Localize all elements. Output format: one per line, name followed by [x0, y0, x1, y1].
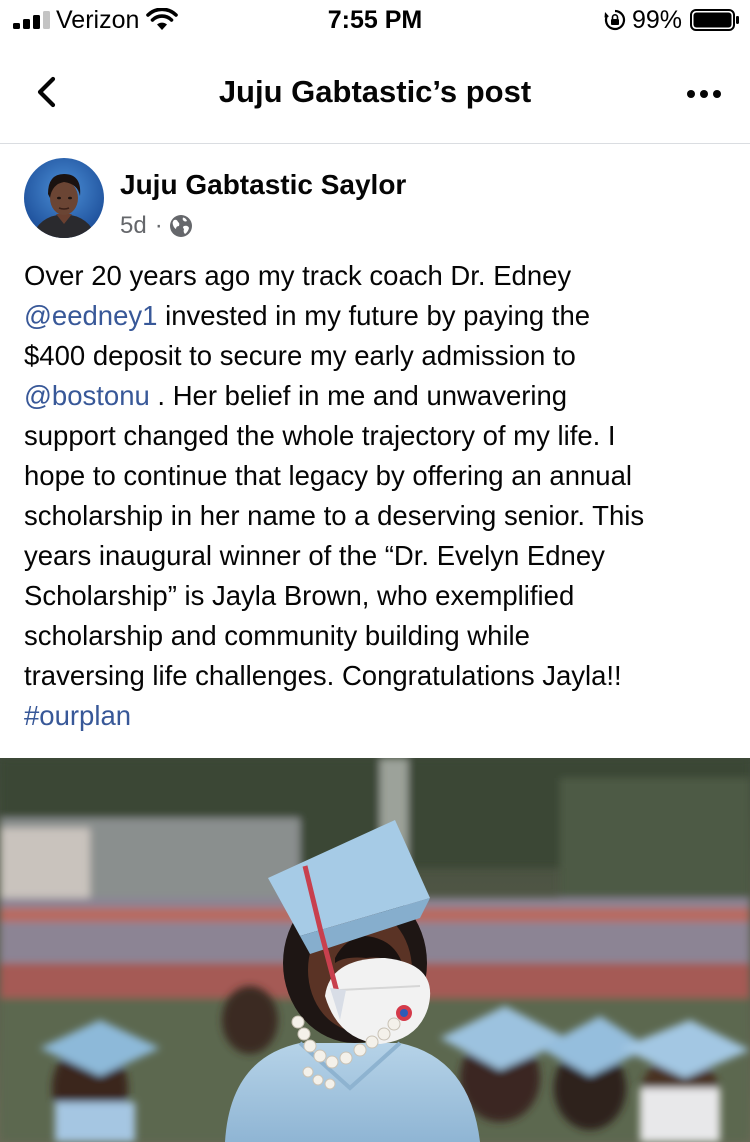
- avatar[interactable]: [24, 158, 104, 238]
- author-name[interactable]: Juju Gabtastic Saylor: [120, 169, 406, 201]
- post-text-segment: Scholarship” is Jayla Brown, who exempli…: [24, 580, 575, 611]
- author-photo: [24, 158, 104, 238]
- more-horizontal-icon: [687, 90, 721, 98]
- post-text-line: hope to continue that legacy by offering…: [24, 456, 730, 496]
- post-text-segment: traversing life challenges. Congratulati…: [24, 660, 622, 691]
- post-text-line: traversing life challenges. Congratulati…: [24, 656, 730, 696]
- post-text: Over 20 years ago my track coach Dr. Edn…: [24, 256, 730, 736]
- post-text-line: @eedney1 invested in my future by paying…: [24, 296, 730, 336]
- post-text-segment: years inaugural winner of the “Dr. Evely…: [24, 540, 605, 571]
- post-text-segment: invested in my future by paying the: [157, 300, 591, 331]
- meta-separator: ·: [154, 212, 163, 239]
- post-text-line: support changed the whole trajectory of …: [24, 416, 730, 456]
- mention-link[interactable]: @bostonu: [24, 380, 150, 411]
- post-text-segment: . Her belief in me and unwavering: [149, 380, 568, 411]
- chevron-left-icon: [37, 76, 56, 108]
- orientation-lock-icon: [604, 9, 626, 31]
- back-button[interactable]: [22, 68, 70, 116]
- post-text-segment: Over 20 years ago my track coach Dr. Edn…: [24, 260, 572, 291]
- mention-link[interactable]: @eedney1: [24, 300, 157, 331]
- more-options-button[interactable]: [676, 76, 732, 112]
- post-text-line: #ourplan: [24, 696, 730, 736]
- post-meta: 5d ·: [120, 212, 193, 240]
- post-text-line: scholarship and community building while: [24, 616, 730, 656]
- battery-icon: [690, 9, 739, 31]
- post-text-line: years inaugural winner of the “Dr. Evely…: [24, 536, 730, 576]
- post-text-segment: hope to continue that legacy by offering…: [24, 460, 633, 491]
- post-text-line: $400 deposit to secure my early admissio…: [24, 336, 730, 376]
- post-text-segment: scholarship and community building while: [24, 620, 530, 651]
- post-text-segment: support changed the whole trajectory of …: [24, 420, 616, 451]
- page-title: Juju Gabtastic’s post: [218, 74, 532, 109]
- post-text-line: @bostonu . Her belief in me and unwaveri…: [24, 376, 730, 416]
- post-timestamp[interactable]: 5d: [120, 212, 147, 240]
- post-text-line: scholarship in her name to a deserving s…: [24, 496, 730, 536]
- nav-header: Juju Gabtastic’s post: [0, 40, 750, 144]
- status-bar: Verizon 7:55 PM 99%: [0, 0, 750, 40]
- post-text-line: Scholarship” is Jayla Brown, who exempli…: [24, 576, 730, 616]
- post-photo[interactable]: [0, 758, 750, 1142]
- post-text-segment: $400 deposit to secure my early admissio…: [24, 340, 576, 371]
- hashtag-link[interactable]: #ourplan: [24, 700, 131, 731]
- post-text-segment: scholarship in her name to a deserving s…: [24, 500, 645, 531]
- post-text-line: Over 20 years ago my track coach Dr. Edn…: [24, 256, 730, 296]
- graduation-photo: [0, 758, 750, 1142]
- globe-icon[interactable]: [169, 214, 193, 238]
- battery-percent: 99%: [632, 6, 683, 34]
